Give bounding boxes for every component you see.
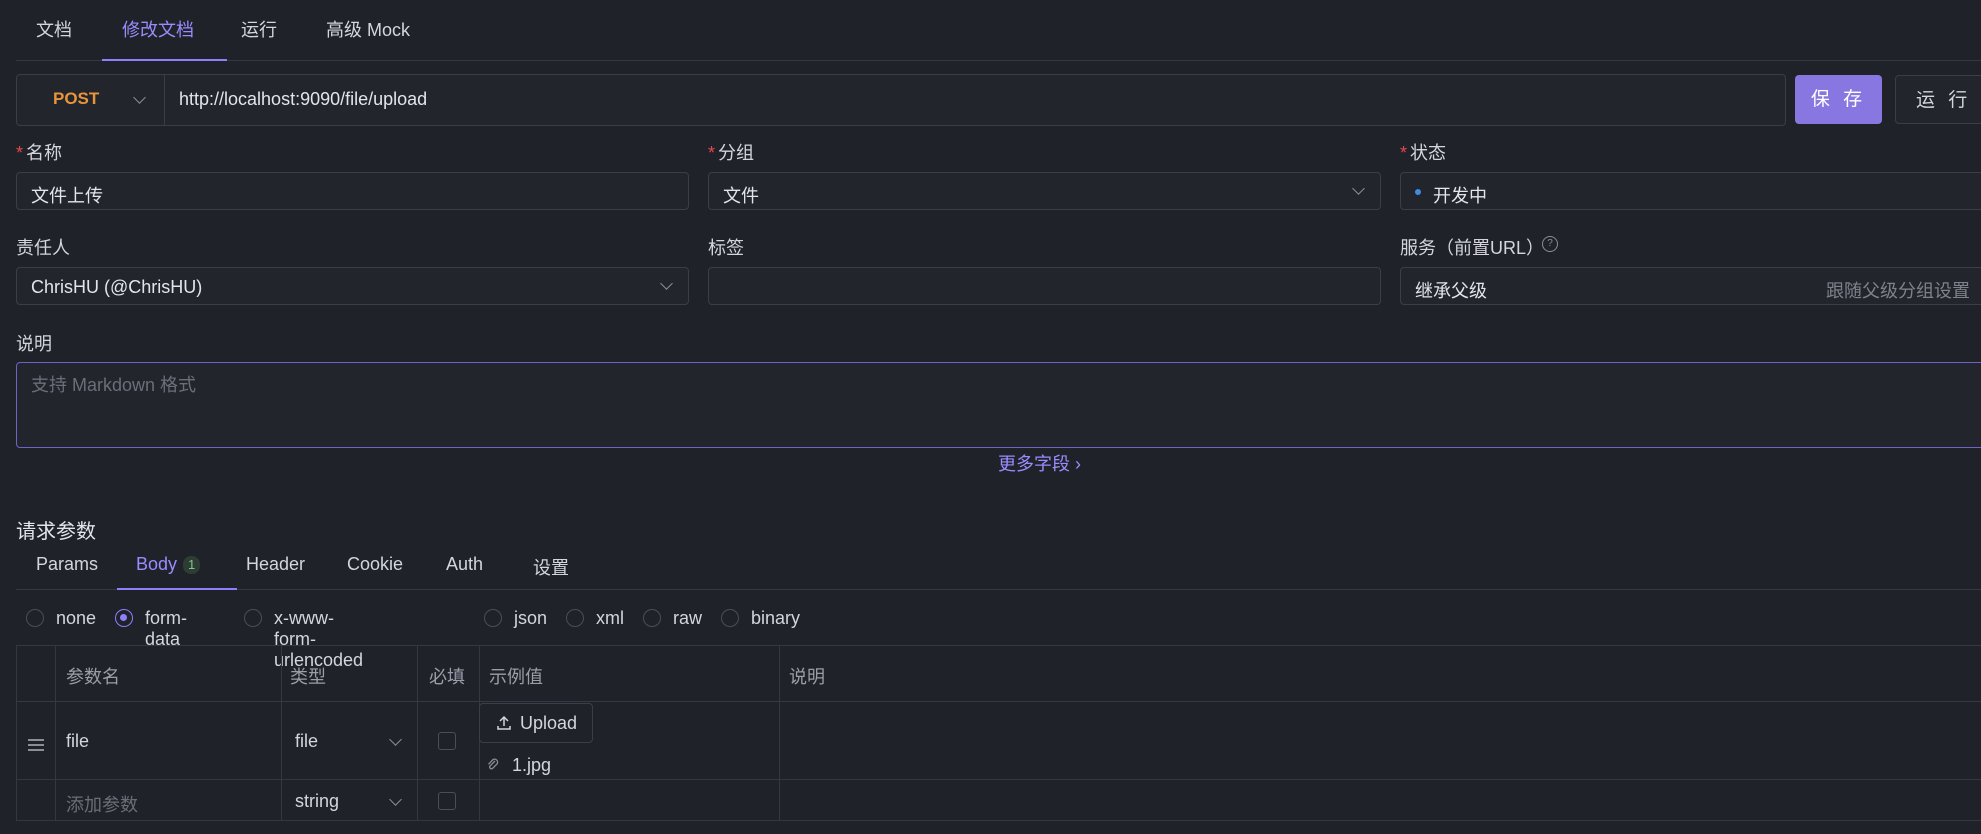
radio-label-xml: xml xyxy=(596,608,624,628)
group-select[interactable]: 文件 xyxy=(708,172,1381,210)
tab-run[interactable]: 运行 xyxy=(241,16,277,42)
service-label: 服务（前置URL） xyxy=(1400,238,1545,258)
status-select[interactable]: 开发中 xyxy=(1400,172,1981,210)
radio-form-data[interactable] xyxy=(115,609,133,627)
tab-cookie[interactable]: Cookie xyxy=(347,554,403,575)
save-button[interactable]: 保 存 xyxy=(1795,75,1882,124)
status-value: 开发中 xyxy=(1433,186,1487,206)
col-header-type: 类型 xyxy=(290,667,326,687)
col-header-required: 必填 xyxy=(429,667,465,687)
chevron-down-icon xyxy=(660,277,673,290)
owner-label: 责任人 xyxy=(16,238,70,258)
chevron-down-icon xyxy=(389,733,402,746)
description-placeholder: 支持 Markdown 格式 xyxy=(31,375,197,395)
tab-docs[interactable]: 文档 xyxy=(36,16,72,42)
radio-json[interactable] xyxy=(484,609,502,627)
row-divider xyxy=(17,701,1981,702)
chevron-down-icon xyxy=(389,793,402,806)
add-param-type-select[interactable]: string xyxy=(295,791,339,812)
status-label: * 状态 xyxy=(1400,143,1447,163)
required-checkbox[interactable] xyxy=(438,792,456,810)
col-divider xyxy=(281,646,282,820)
radio-raw[interactable] xyxy=(643,609,661,627)
tags-label: 标签 xyxy=(708,238,744,258)
name-field[interactable]: 文件上传 xyxy=(16,172,689,210)
tab-advanced-mock[interactable]: 高级 Mock xyxy=(326,16,410,42)
upload-button[interactable]: Upload xyxy=(479,703,593,743)
row-divider xyxy=(17,779,1981,780)
tab-body[interactable]: Body 1 xyxy=(136,554,201,575)
radio-label-binary: binary xyxy=(751,608,801,628)
name-label: * 名称 xyxy=(16,143,63,163)
radio-label-raw: raw xyxy=(673,608,703,628)
upload-icon xyxy=(497,715,511,730)
add-param-input[interactable]: 添加参数 xyxy=(66,791,138,817)
tab-edit-docs[interactable]: 修改文档 xyxy=(122,16,194,42)
required-checkbox[interactable] xyxy=(438,732,456,750)
url-input[interactable]: http://localhost:9090/file/upload xyxy=(179,89,427,110)
tags-input[interactable] xyxy=(708,267,1381,305)
radio-xml[interactable] xyxy=(566,609,584,627)
radio-x-www-form-urlencoded[interactable] xyxy=(244,609,262,627)
radio-binary[interactable] xyxy=(721,609,739,627)
col-divider xyxy=(55,646,56,820)
params-table: 参数名 类型 必填 示例值 说明 file file Upload 1.jpg … xyxy=(16,645,1981,821)
radio-label-none: none xyxy=(56,608,97,628)
service-value: 继承父级 xyxy=(1415,281,1487,301)
param-type-select[interactable]: file xyxy=(295,731,318,752)
active-tab-indicator xyxy=(102,59,227,61)
run-button[interactable]: 运 行 xyxy=(1895,75,1981,124)
description-textarea[interactable]: 支持 Markdown 格式 xyxy=(16,362,1981,448)
param-tabs: Params Body 1 Header Cookie Auth 设置 xyxy=(16,545,1981,590)
more-fields-link[interactable]: 更多字段 › xyxy=(998,450,1081,476)
radio-none[interactable] xyxy=(26,609,44,627)
tab-header[interactable]: Header xyxy=(246,554,305,575)
param-name[interactable]: file xyxy=(66,731,89,752)
radio-label-json: json xyxy=(514,608,548,628)
tab-auth[interactable]: Auth xyxy=(446,554,483,575)
params-section-title: 请求参数 xyxy=(16,521,96,543)
group-value: 文件 xyxy=(723,186,759,206)
status-dot-icon xyxy=(1415,189,1421,195)
chevron-down-icon xyxy=(1352,182,1365,195)
col-divider xyxy=(779,646,780,820)
request-url-bar: POST http://localhost:9090/file/upload xyxy=(16,74,1786,126)
upload-label: Upload xyxy=(520,713,578,733)
col-divider xyxy=(417,646,418,820)
desc-label: 说明 xyxy=(16,334,52,354)
method-select[interactable]: POST xyxy=(17,75,165,125)
owner-value: ChrisHU (@ChrisHU) xyxy=(31,277,203,297)
tab-settings[interactable]: 设置 xyxy=(533,554,569,580)
top-tabs: 文档 修改文档 运行 高级 Mock xyxy=(16,0,1981,61)
service-select[interactable]: 继承父级 跟随父级分组设置（ xyxy=(1400,267,1981,305)
paperclip-icon xyxy=(488,758,499,770)
drag-handle-icon[interactable] xyxy=(28,739,44,754)
help-icon[interactable]: ? xyxy=(1542,236,1558,252)
service-hint: 跟随父级分组设置（ xyxy=(1826,281,1981,301)
col-header-description: 说明 xyxy=(789,667,825,687)
group-label: * 分组 xyxy=(708,143,755,163)
chevron-down-icon xyxy=(133,91,146,104)
tab-params[interactable]: Params xyxy=(36,554,98,575)
method-label: POST xyxy=(53,89,100,108)
uploaded-file-name[interactable]: 1.jpg xyxy=(512,755,551,776)
col-header-name: 参数名 xyxy=(66,667,120,687)
body-count-badge: 1 xyxy=(183,556,201,575)
active-subtab-indicator xyxy=(117,588,237,590)
owner-select[interactable]: ChrisHU (@ChrisHU) xyxy=(16,267,689,305)
col-header-example: 示例值 xyxy=(489,667,543,687)
name-value: 文件上传 xyxy=(31,186,103,206)
radio-label-form-data: form-data xyxy=(145,608,187,649)
